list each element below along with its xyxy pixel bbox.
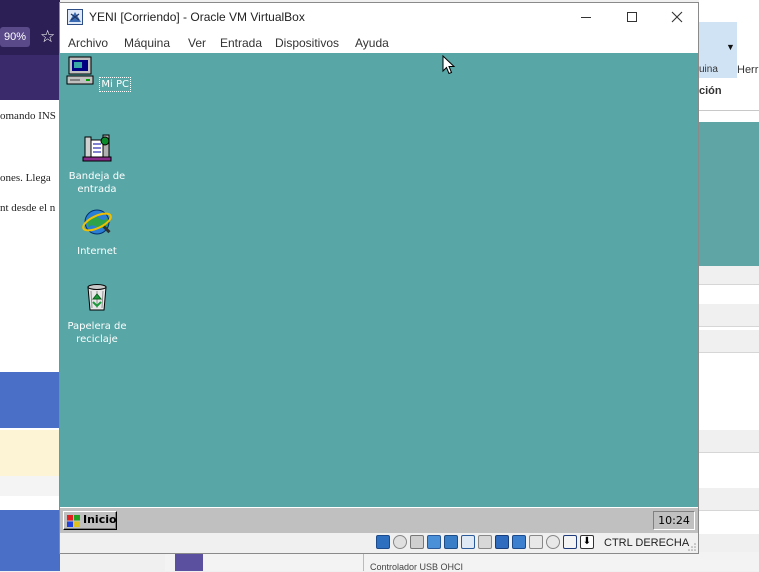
system-tray: 10:24	[653, 511, 695, 530]
doc-line: nt desde el n	[0, 202, 56, 214]
taskbar-clock[interactable]: 10:24	[654, 514, 694, 527]
maximize-icon	[627, 12, 637, 22]
desktop-icon-recycle-bin[interactable]: Papelera de reciclaje	[60, 281, 135, 346]
resize-grip-icon[interactable]	[688, 543, 696, 551]
menu-archivo[interactable]: Archivo	[68, 36, 108, 50]
windows-logo-icon	[67, 515, 80, 527]
doc-line: omando INS	[0, 110, 56, 122]
host-key-arrow-icon[interactable]: ⬇	[580, 535, 594, 549]
background-vbox-manager: ▼ uina Herr ción	[699, 0, 759, 571]
recycle-bin-icon	[87, 284, 107, 311]
background-panels-left	[0, 345, 60, 571]
desktop-icon-label: Bandeja de entrada	[60, 170, 135, 196]
host-key-label[interactable]: CTRL DERECHA	[604, 537, 689, 549]
blue-band	[0, 510, 60, 571]
guest-taskbar: Inicio 10:24	[60, 507, 698, 533]
usb-icon[interactable]	[461, 535, 475, 549]
section-bar	[699, 430, 759, 453]
desktop-icon-inbox[interactable]: Bandeja de entrada	[60, 131, 135, 196]
device-indicators: ⬇	[376, 535, 594, 551]
close-icon	[671, 11, 683, 23]
inbox-icon	[82, 134, 112, 162]
blue-band	[0, 372, 60, 428]
guest-desktop[interactable]: Mi PC Bandeja de entrada Internet Papele…	[60, 53, 698, 507]
display-icon[interactable]	[495, 535, 509, 549]
cream-band	[0, 430, 60, 476]
maximize-button[interactable]	[609, 3, 655, 31]
desktop-icon-my-computer[interactable]: Mi PC	[60, 55, 135, 92]
menu-entrada[interactable]: Entrada	[220, 36, 262, 50]
desktop-icon-internet[interactable]: Internet	[60, 206, 135, 258]
keyboard-icon[interactable]	[563, 535, 577, 549]
desktop-icon-label: Internet	[77, 246, 117, 257]
toolbar-label: uina	[699, 64, 718, 75]
section-heading: ción	[699, 85, 722, 97]
grey-band	[0, 476, 60, 496]
background-bottom-strip: Controlador USB OHCI	[165, 552, 759, 572]
vbox-status-bar: ⬇ CTRL DERECHA	[60, 533, 698, 553]
doc-line: ones. Llega	[0, 172, 51, 184]
label-line: Papelera de	[67, 321, 127, 332]
clipboard-icon[interactable]	[529, 535, 543, 549]
hard-disk-icon[interactable]	[376, 535, 390, 549]
network-icon[interactable]	[444, 535, 458, 549]
section-bar	[699, 304, 759, 327]
window-title: YENI [Corriendo] - Oracle VM VirtualBox	[89, 10, 305, 24]
optical-drive-icon[interactable]	[393, 535, 407, 549]
section-bar	[699, 488, 759, 511]
mouse-integration-icon[interactable]	[546, 535, 560, 549]
section-bar	[699, 266, 759, 285]
start-button[interactable]: Inicio	[63, 511, 117, 530]
close-button[interactable]	[654, 3, 700, 31]
menu-ayuda[interactable]: Ayuda	[355, 36, 389, 50]
menu-dispositivos[interactable]: Dispositivos	[275, 36, 339, 50]
desktop-icon-label: Papelera de reciclaje	[60, 320, 135, 346]
mouse-cursor-icon	[442, 55, 456, 75]
internet-explorer-icon	[82, 209, 112, 235]
shared-folders-icon[interactable]	[478, 535, 492, 549]
star-outline-icon[interactable]: ☆	[40, 27, 55, 47]
label-line: reciclaje	[76, 334, 118, 345]
section-bar	[699, 330, 759, 353]
virtualbox-vm-window: YENI [Corriendo] - Oracle VM VirtualBox …	[59, 2, 699, 554]
menu-bar: Archivo Máquina Ver Entrada Dispositivos…	[60, 31, 698, 53]
virtualbox-logo-icon	[67, 9, 83, 25]
zoom-indicator[interactable]: 90%	[0, 27, 30, 47]
audio-icon[interactable]	[427, 535, 441, 549]
divider	[363, 552, 364, 571]
menu-maquina[interactable]: Máquina	[124, 36, 170, 50]
background-browser-window: 90% ☆	[0, 0, 60, 100]
desktop-icon-label: Mi PC	[99, 77, 132, 92]
minimize-button[interactable]	[563, 3, 609, 31]
label-line: Bandeja de	[68, 171, 126, 182]
preview-thumbnail	[699, 122, 759, 266]
minimize-icon	[581, 17, 591, 18]
label-line: entrada	[77, 184, 117, 195]
toolbar-label: Herr	[737, 64, 759, 76]
sidebar-edge	[175, 552, 203, 571]
menu-ver[interactable]: Ver	[188, 36, 206, 50]
chevron-down-icon[interactable]: ▼	[726, 42, 735, 52]
my-computer-icon	[66, 56, 94, 85]
floppy-icon[interactable]	[410, 535, 424, 549]
background-document: omando INS ones. Llega nt desde el n	[0, 100, 60, 345]
video-capture-icon[interactable]	[512, 535, 526, 549]
title-bar[interactable]: YENI [Corriendo] - Oracle VM VirtualBox	[60, 3, 698, 31]
start-label: Inicio	[83, 513, 117, 526]
divider	[699, 110, 759, 111]
